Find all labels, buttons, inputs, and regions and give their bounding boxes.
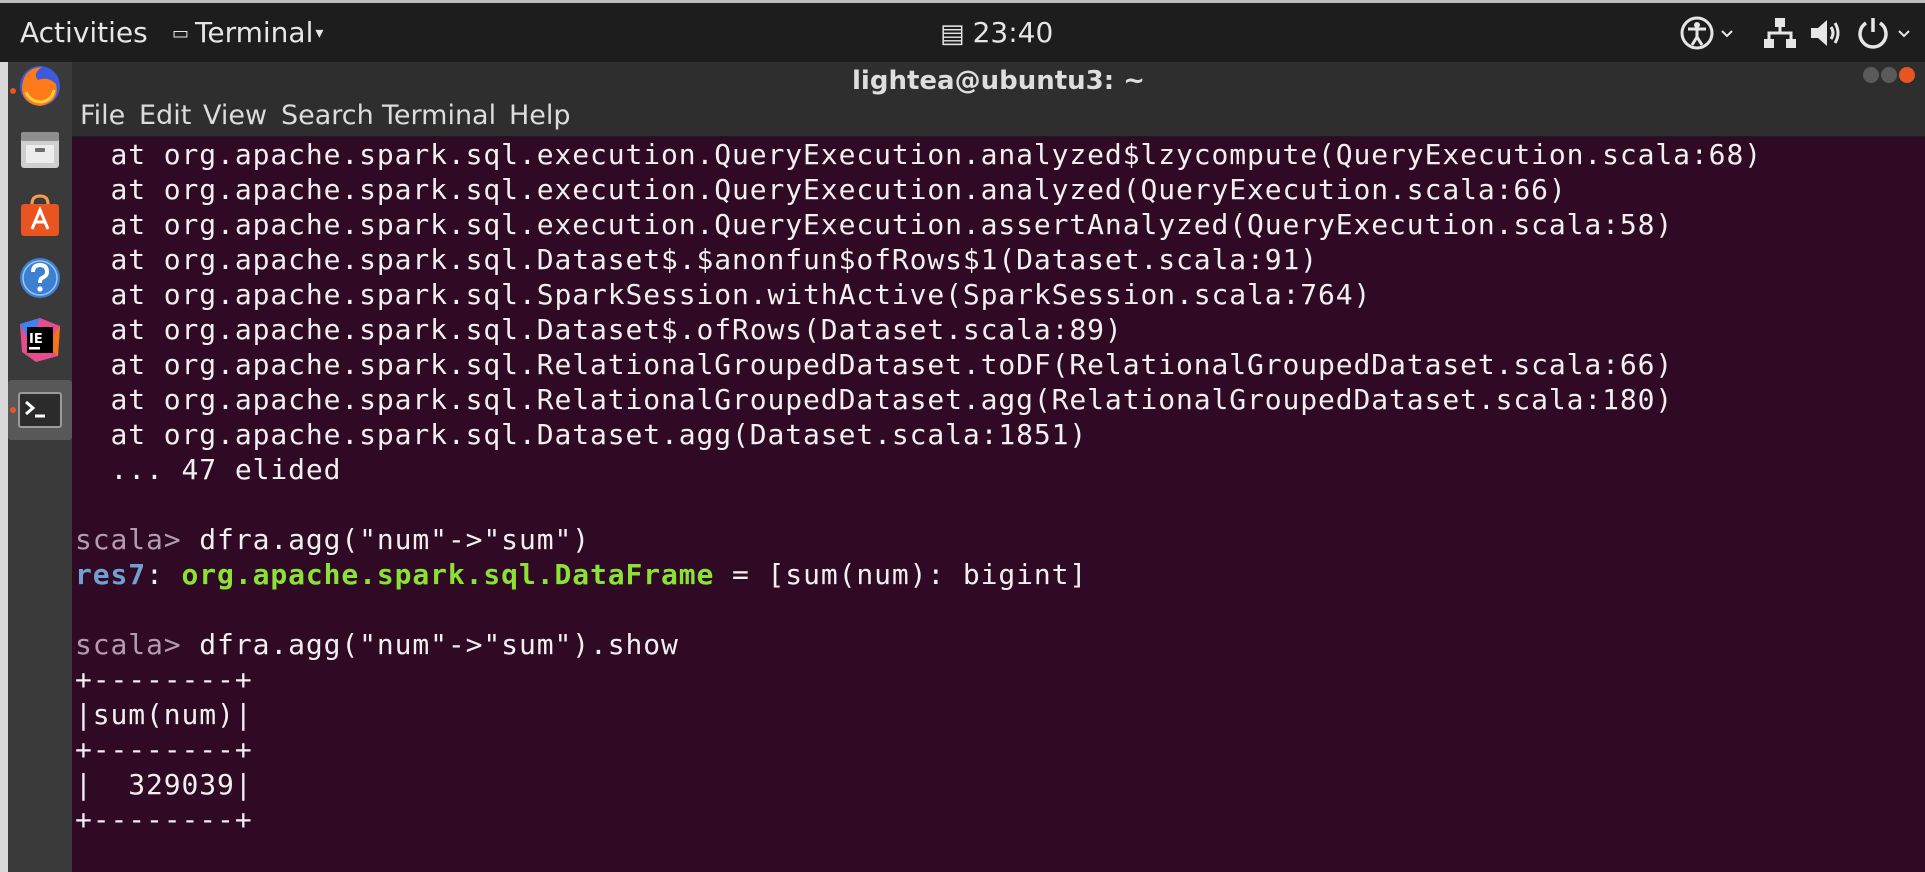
files-icon[interactable] [16, 126, 64, 174]
menu-view[interactable]: View [203, 98, 267, 134]
network-icon[interactable] [1762, 15, 1798, 51]
stack-trace-line: at org.apache.spark.sql.execution.QueryE… [75, 173, 1567, 206]
accessibility-icon[interactable] [1680, 15, 1736, 51]
chevron-down-icon: ▾ [315, 23, 324, 42]
maximize-button[interactable] [1881, 67, 1897, 83]
firefox-icon[interactable] [16, 62, 64, 110]
scala-prompt: scala> [75, 628, 182, 661]
scala-prompt: scala> [75, 523, 182, 556]
close-button[interactable] [1899, 67, 1915, 83]
table-border-line: +--------+ [75, 663, 253, 696]
elided-line: ... 47 elided [75, 453, 342, 486]
table-border-line: +--------+ [75, 803, 253, 836]
menu-edit[interactable]: Edit [139, 98, 191, 134]
minimize-button[interactable] [1863, 67, 1879, 83]
volume-icon[interactable] [1808, 15, 1844, 51]
window-titlebar[interactable]: lightea@ubuntu3: ~ [72, 62, 1925, 102]
stack-trace-line: at org.apache.spark.sql.Dataset$.ofRows(… [75, 313, 1123, 346]
table-border-line: +--------+ [75, 733, 253, 766]
table-header-line: |sum(num)| [75, 698, 253, 731]
result-line: res7: org.apache.spark.sql.DataFrame = [… [75, 558, 1087, 592]
command-line: scala> dfra.agg("num"->"sum") [75, 523, 590, 557]
result-separator: : [146, 558, 182, 591]
window-title: lightea@ubuntu3: ~ [852, 66, 1145, 96]
activities-button[interactable]: Activities [20, 13, 148, 53]
stack-trace-line: at org.apache.spark.sql.RelationalGroupe… [75, 383, 1674, 416]
command-text: dfra.agg("num"->"sum").show [181, 628, 679, 661]
menu-terminal[interactable]: Terminal [382, 98, 496, 134]
clock[interactable]: ▤ 23:40 [940, 13, 1053, 54]
stack-trace-line: at org.apache.spark.sql.RelationalGroupe… [75, 348, 1674, 381]
stack-trace-line: at org.apache.spark.sql.SparkSession.wit… [75, 278, 1372, 311]
result-value: = [sum(num): bigint] [714, 558, 1088, 591]
stack-trace-line: at org.apache.spark.sql.Dataset$.$anonfu… [75, 243, 1319, 276]
menu-help[interactable]: Help [509, 98, 571, 134]
command-line: scala> dfra.agg("num"->"sum").show [75, 628, 679, 662]
menu-bar: File Edit View Search Terminal Help [72, 98, 1925, 137]
app-menu-label: Terminal [195, 16, 314, 49]
ubuntu-software-icon[interactable] [16, 192, 64, 240]
result-type: org.apache.spark.sql.DataFrame [181, 558, 715, 591]
stack-trace-line: at org.apache.spark.sql.execution.QueryE… [75, 138, 1762, 171]
terminal-icon[interactable] [16, 386, 64, 434]
help-icon[interactable] [16, 254, 64, 302]
intellij-idea-icon[interactable]: IE [16, 316, 64, 364]
menu-file[interactable]: File [80, 98, 125, 134]
table-row-line: | 329039| [75, 768, 253, 801]
app-menu[interactable]: ▭ Terminal ▾ [172, 13, 323, 57]
clock-time: 23:40 [972, 16, 1054, 49]
stack-trace-line: at org.apache.spark.sql.Dataset.agg(Data… [75, 418, 1088, 451]
stack-trace-line: at org.apache.spark.sql.execution.QueryE… [75, 208, 1674, 241]
terminal-app-icon: ▭ [172, 23, 190, 44]
dock: IE [0, 62, 72, 872]
power-icon[interactable] [1855, 15, 1915, 51]
top-bar: Activities ▭ Terminal ▾ ▤ 23:40 [0, 0, 1925, 62]
ide-logo-text: IE [29, 332, 43, 347]
menu-search[interactable]: Search [281, 98, 374, 134]
terminal-output[interactable]: at org.apache.spark.sql.execution.QueryE… [75, 137, 1925, 872]
command-text: dfra.agg("num"->"sum") [181, 523, 590, 556]
result-name: res7 [75, 558, 147, 591]
calendar-icon: ▤ [940, 19, 965, 49]
